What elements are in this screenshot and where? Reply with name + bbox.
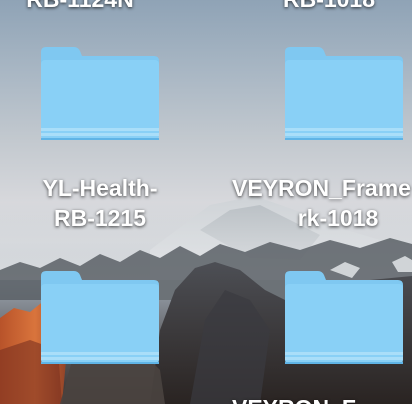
folder-label-line: rk-1018 <box>297 205 379 231</box>
folder-icon[interactable] <box>40 46 160 142</box>
folder-label-line: YL-Health- <box>42 175 158 201</box>
folder-label[interactable]: RB-1018 <box>254 0 404 14</box>
folder-label-line: VEYRON_Frame <box>232 175 411 201</box>
folder-label-line: RB-1215 <box>53 205 147 231</box>
folder-label-line: RB-1018 <box>254 0 404 14</box>
desktop[interactable]: RB-1124N RB-1018 YL-Health- RB-1215 VEYR… <box>0 0 412 404</box>
folder-label[interactable]: VEYRON_F <box>224 393 412 404</box>
folder-label[interactable]: VEYRON_Frame rk-1018 <box>224 173 412 233</box>
folder-label-line: RB-1124N <box>5 0 155 14</box>
folder-label-line: VEYRON_F <box>224 393 412 404</box>
folder-label[interactable]: YL-Health- RB-1215 <box>0 173 200 233</box>
folder-icon[interactable] <box>40 270 160 366</box>
folder-icon[interactable] <box>284 46 404 142</box>
folder-label[interactable]: RB-1124N <box>5 0 155 14</box>
folder-icon[interactable] <box>284 270 404 366</box>
